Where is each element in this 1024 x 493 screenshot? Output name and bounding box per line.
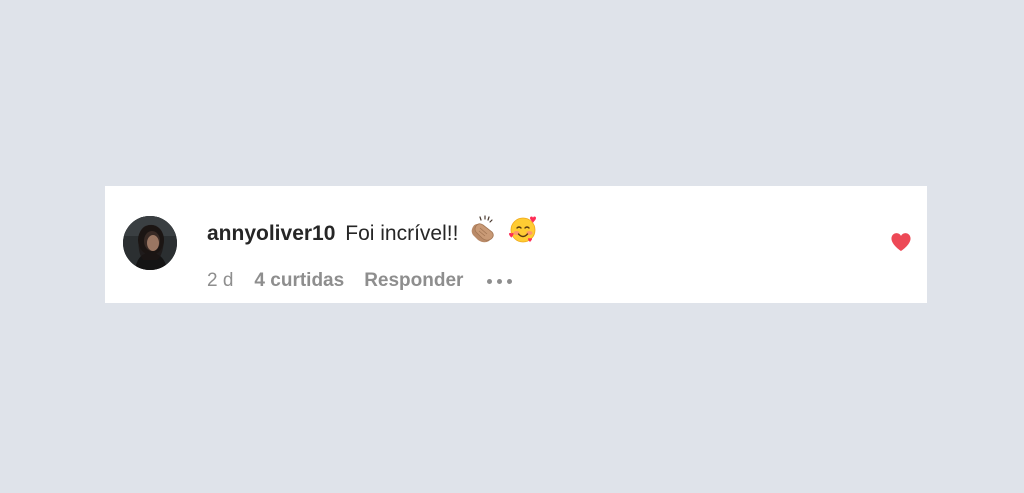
reply-button[interactable]: Responder [364,270,463,292]
comment-card: annyoliver10 Foi incrível!! 2 d 4 curtid… [105,186,927,303]
smiling-face-with-hearts-icon [508,214,538,255]
comment-timestamp: 2 d [207,270,234,291]
comment-line: annyoliver10 Foi incrível!! [207,214,538,255]
clapping-hands-icon [468,214,498,255]
more-dot [487,278,493,284]
more-options-icon[interactable] [487,275,513,288]
avatar[interactable] [123,216,177,270]
comment-text: Foi incrível!! [345,222,459,246]
comment-username[interactable]: annyoliver10 [207,222,335,245]
comment-meta: 2 d 4 curtidas Responder [207,270,513,292]
avatar-image [123,216,177,270]
more-dot [497,278,503,284]
likes-count-link[interactable]: 4 curtidas [254,270,344,292]
like-heart-icon[interactable] [890,232,912,252]
more-dot [507,278,513,284]
